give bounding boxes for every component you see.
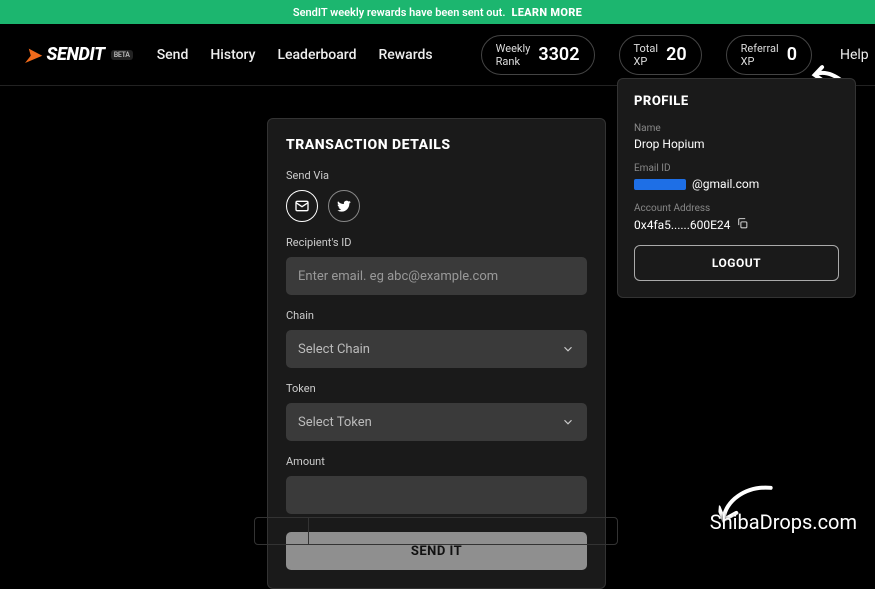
twitter-icon [336, 198, 352, 214]
address-value: 0x4fa5......600E24 [634, 217, 839, 233]
weekly-rank-label: Weekly Rank [496, 42, 531, 68]
reward-banner: SendIT weekly rewards have been sent out… [0, 0, 875, 24]
email-label: Email ID [634, 163, 839, 174]
amount-label: Amount [286, 455, 587, 468]
send-via-email[interactable] [286, 190, 318, 222]
help-link[interactable]: Help [840, 47, 869, 63]
total-xp-pill[interactable]: Total XP 20 [619, 35, 702, 75]
name-label: Name [634, 123, 839, 134]
nav-history[interactable]: History [210, 47, 255, 63]
copy-address-button[interactable] [736, 217, 749, 233]
email-value: @gmail.com [634, 177, 839, 191]
name-value: Drop Hopium [634, 137, 839, 151]
nav-rewards[interactable]: Rewards [378, 47, 432, 63]
chain-placeholder: Select Chain [298, 342, 370, 357]
chain-label: Chain [286, 309, 587, 322]
email-redacted [634, 179, 686, 190]
watermark: ShibaDrops.com [710, 510, 857, 534]
beta-badge: BETA [111, 50, 133, 60]
token-placeholder: Select Token [298, 415, 372, 430]
address-label: Account Address [634, 203, 839, 214]
chevron-down-icon [561, 342, 575, 356]
logo[interactable]: ➤ SENDIT BETA [24, 43, 133, 67]
learn-more-link[interactable]: LEARN MORE [511, 6, 582, 19]
token-label: Token [286, 382, 587, 395]
total-xp-label: Total XP [634, 42, 659, 68]
logout-button[interactable]: LOGOUT [634, 245, 839, 281]
send-via-twitter[interactable] [328, 190, 360, 222]
referral-xp-pill[interactable]: Referral XP 0 [726, 35, 812, 75]
amount-input[interactable] [286, 476, 587, 514]
profile-title: PROFILE [634, 94, 839, 109]
nav-send[interactable]: Send [157, 47, 189, 63]
chain-select[interactable]: Select Chain [286, 330, 587, 368]
logo-icon: ➤ [24, 43, 40, 67]
nav-items: Send History Leaderboard Rewards [157, 47, 433, 63]
banner-text: SendIT weekly rewards have been sent out… [293, 6, 506, 19]
card-title: TRANSACTION DETAILS [286, 137, 587, 153]
recipient-label: Recipient's ID [286, 236, 587, 249]
total-xp-value: 20 [666, 44, 687, 65]
token-select[interactable]: Select Token [286, 403, 587, 441]
copy-icon [736, 217, 749, 230]
bottom-tab-strip[interactable] [254, 517, 618, 545]
mail-icon [294, 198, 310, 214]
referral-xp-label: Referral XP [741, 42, 779, 68]
navbar: ➤ SENDIT BETA Send History Leaderboard R… [0, 24, 875, 86]
weekly-rank-pill[interactable]: Weekly Rank 3302 [481, 35, 595, 75]
email-suffix: @gmail.com [692, 177, 759, 191]
chevron-down-icon [561, 415, 575, 429]
logo-text: SENDIT [46, 44, 104, 65]
referral-xp-value: 0 [787, 44, 797, 65]
weekly-rank-value: 3302 [538, 44, 579, 65]
profile-popover: PROFILE Name Drop Hopium Email ID @gmail… [617, 78, 856, 298]
send-via-label: Send Via [286, 169, 587, 182]
recipient-input[interactable] [286, 257, 587, 295]
nav-leaderboard[interactable]: Leaderboard [277, 47, 356, 63]
